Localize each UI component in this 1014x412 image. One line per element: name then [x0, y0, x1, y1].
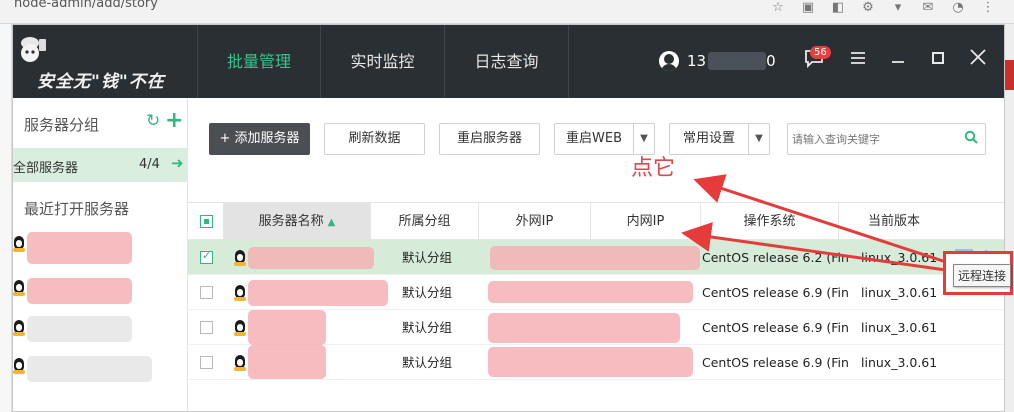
annotation-text: 点它	[631, 156, 676, 181]
tooltip-highlight: 远程连接	[943, 251, 1013, 295]
annotation-arrows	[681, 174, 947, 272]
arrow-to-row	[681, 222, 947, 272]
tooltip-remote-connect: 远程连接	[953, 264, 1012, 287]
arrow-to-text	[693, 174, 947, 264]
